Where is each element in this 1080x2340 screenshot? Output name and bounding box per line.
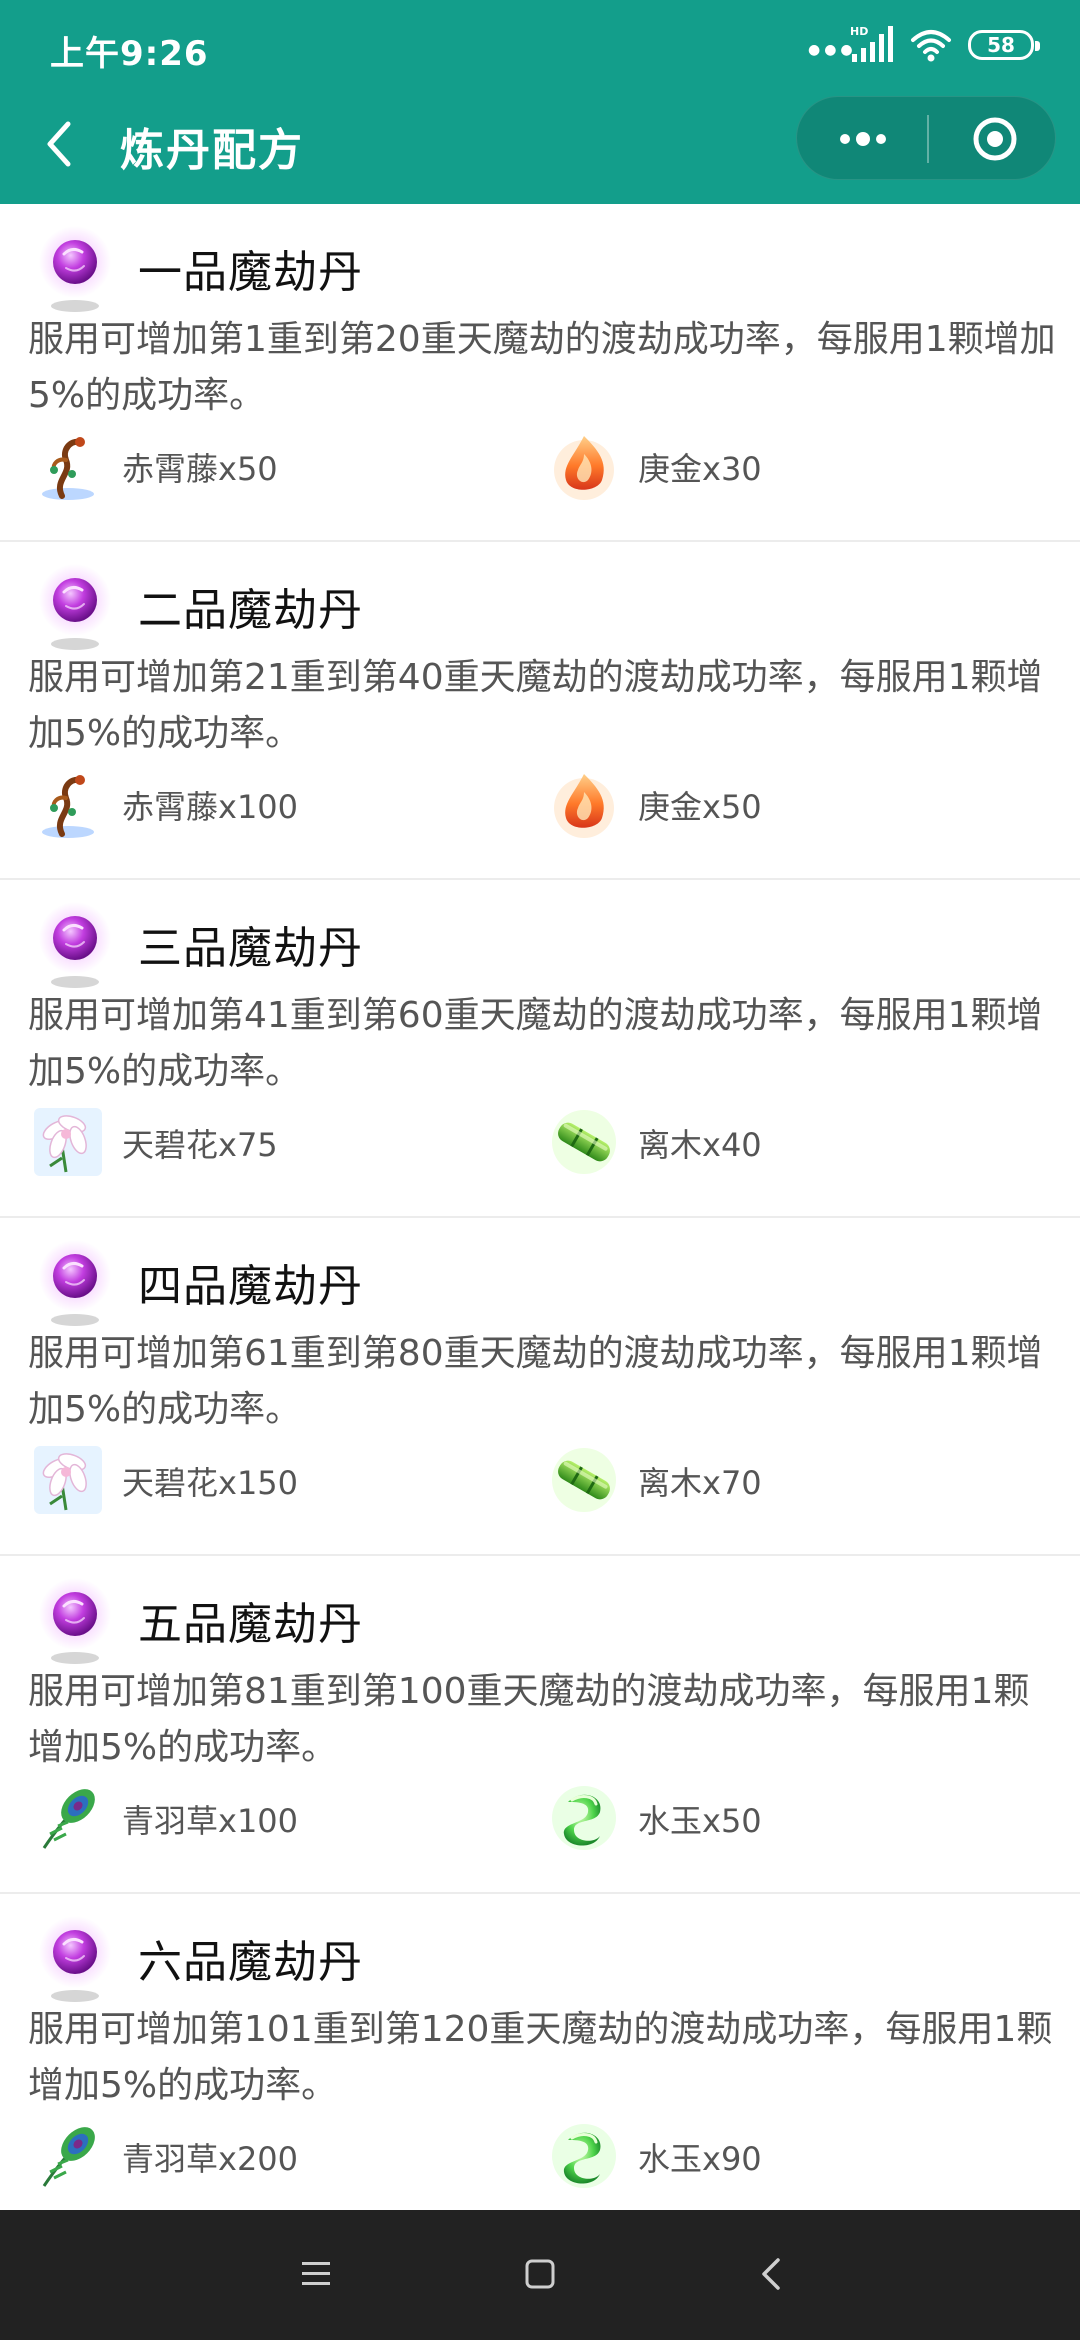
system-back-icon[interactable] (752, 2252, 792, 2296)
navigation-bar: 炼丹配方 (0, 94, 1080, 204)
home-square-icon[interactable] (520, 2254, 560, 2294)
red-vine-icon (32, 768, 104, 840)
peacock-feather-icon (32, 1782, 104, 1854)
recipe-list: 一品魔劫丹 服用可增加第1重到第20重天魔劫的渡劫成功率，每服用1颗增加5%的成… (0, 204, 1080, 2232)
material-item: 青羽草x200 (32, 2116, 432, 2196)
network-type-label: HD (850, 25, 868, 38)
battery-indicator: 58 (968, 30, 1040, 60)
material-item: 离木x70 (548, 1440, 948, 1520)
material-item: 天碧花x150 (32, 1440, 432, 1520)
status-bar: 上午9:26 ●●● HD 58 (0, 0, 1080, 94)
material-label: 天碧花x150 (122, 1464, 299, 1502)
recipe-card-5[interactable]: 五品魔劫丹 服用可增加第81重到第100重天魔劫的渡劫成功率，每服用1颗增加5%… (0, 1556, 1080, 1894)
purple-pill-icon (39, 902, 111, 988)
recent-apps-menu-icon[interactable] (296, 2254, 336, 2294)
recipe-name: 三品魔劫丹 (138, 923, 363, 974)
status-time: 上午9:26 (50, 34, 209, 74)
recipe-card-1[interactable]: 一品魔劫丹 服用可增加第1重到第20重天魔劫的渡劫成功率，每服用1颗增加5%的成… (0, 204, 1080, 542)
fire-crystal-icon (548, 768, 620, 840)
app-header: 上午9:26 ●●● HD 58 炼丹配方 (0, 0, 1080, 204)
material-label: 青羽草x100 (122, 1802, 299, 1840)
material-item: 天碧花x75 (32, 1102, 432, 1182)
material-label: 离木x40 (638, 1126, 762, 1164)
more-dots-icon (840, 132, 886, 146)
purple-pill-icon (39, 226, 111, 312)
recipe-description: 服用可增加第61重到第80重天魔劫的渡劫成功率，每服用1颗增加5%的成功率。 (28, 1333, 1043, 1430)
material-item: 赤霄藤x50 (32, 426, 432, 506)
peacock-feather-icon (32, 2120, 104, 2192)
recipe-name: 六品魔劫丹 (138, 1937, 363, 1988)
recipe-description: 服用可增加第41重到第60重天魔劫的渡劫成功率，每服用1颗增加5%的成功率。 (28, 995, 1043, 1092)
material-item: 水玉x90 (548, 2116, 948, 2196)
material-item: 庚金x50 (548, 764, 948, 844)
fire-crystal-icon (548, 430, 620, 502)
recipe-name: 五品魔劫丹 (138, 1599, 363, 1650)
recipe-description: 服用可增加第1重到第20重天魔劫的渡劫成功率，每服用1颗增加5%的成功率。 (28, 319, 1056, 416)
material-label: 水玉x90 (638, 2140, 762, 2178)
material-label: 离木x70 (638, 1464, 762, 1502)
white-flower-icon (32, 1444, 104, 1516)
recipe-name: 一品魔劫丹 (138, 247, 363, 298)
material-item: 青羽草x100 (32, 1778, 432, 1858)
target-circle-icon (973, 117, 1017, 161)
recipe-description: 服用可增加第81重到第100重天魔劫的渡劫成功率，每服用1颗增加5%的成功率。 (28, 1671, 1030, 1768)
recipe-card-6[interactable]: 六品魔劫丹 服用可增加第101重到第120重天魔劫的渡劫成功率，每服用1颗增加5… (0, 1894, 1080, 2232)
back-arrow-icon[interactable] (38, 112, 78, 176)
recipe-description: 服用可增加第101重到第120重天魔劫的渡劫成功率，每服用1颗增加5%的成功率。 (28, 2009, 1053, 2106)
page-title: 炼丹配方 (120, 125, 304, 176)
material-item: 水玉x50 (548, 1778, 948, 1858)
purple-pill-icon (39, 564, 111, 650)
material-item: 离木x40 (548, 1102, 948, 1182)
white-flower-icon (32, 1106, 104, 1178)
green-bamboo-icon (548, 1106, 620, 1178)
recipe-card-3[interactable]: 三品魔劫丹 服用可增加第41重到第60重天魔劫的渡劫成功率，每服用1颗增加5%的… (0, 880, 1080, 1218)
recipe-card-2[interactable]: 二品魔劫丹 服用可增加第21重到第40重天魔劫的渡劫成功率，每服用1颗增加5%的… (0, 542, 1080, 880)
jade-icon (548, 1782, 620, 1854)
material-label: 赤霄藤x50 (122, 450, 278, 488)
recipe-description: 服用可增加第21重到第40重天魔劫的渡劫成功率，每服用1颗增加5%的成功率。 (28, 657, 1043, 754)
material-label: 赤霄藤x100 (122, 788, 299, 826)
material-label: 庚金x30 (638, 450, 762, 488)
material-label: 庚金x50 (638, 788, 762, 826)
recipe-card-4[interactable]: 四品魔劫丹 服用可增加第61重到第80重天魔劫的渡劫成功率，每服用1颗增加5%的… (0, 1218, 1080, 1556)
cellular-signal-icon: HD (850, 25, 893, 62)
material-item: 庚金x30 (548, 426, 948, 506)
green-bamboo-icon (548, 1444, 620, 1516)
jade-icon (548, 2120, 620, 2192)
close-miniprogram-button[interactable] (927, 97, 1057, 181)
miniprogram-capsule (796, 96, 1056, 180)
purple-pill-icon (39, 1240, 111, 1326)
material-label: 青羽草x200 (122, 2140, 299, 2178)
red-vine-icon (32, 430, 104, 502)
material-label: 天碧花x75 (122, 1126, 278, 1164)
wifi-icon (911, 30, 951, 62)
material-label: 水玉x50 (638, 1802, 762, 1840)
recipe-name: 二品魔劫丹 (138, 585, 363, 636)
system-navigation-bar (0, 2210, 1080, 2340)
purple-pill-icon (39, 1916, 111, 2002)
recipe-name: 四品魔劫丹 (138, 1261, 363, 1312)
material-item: 赤霄藤x100 (32, 764, 432, 844)
purple-pill-icon (39, 1578, 111, 1664)
more-options-button[interactable] (797, 97, 927, 181)
